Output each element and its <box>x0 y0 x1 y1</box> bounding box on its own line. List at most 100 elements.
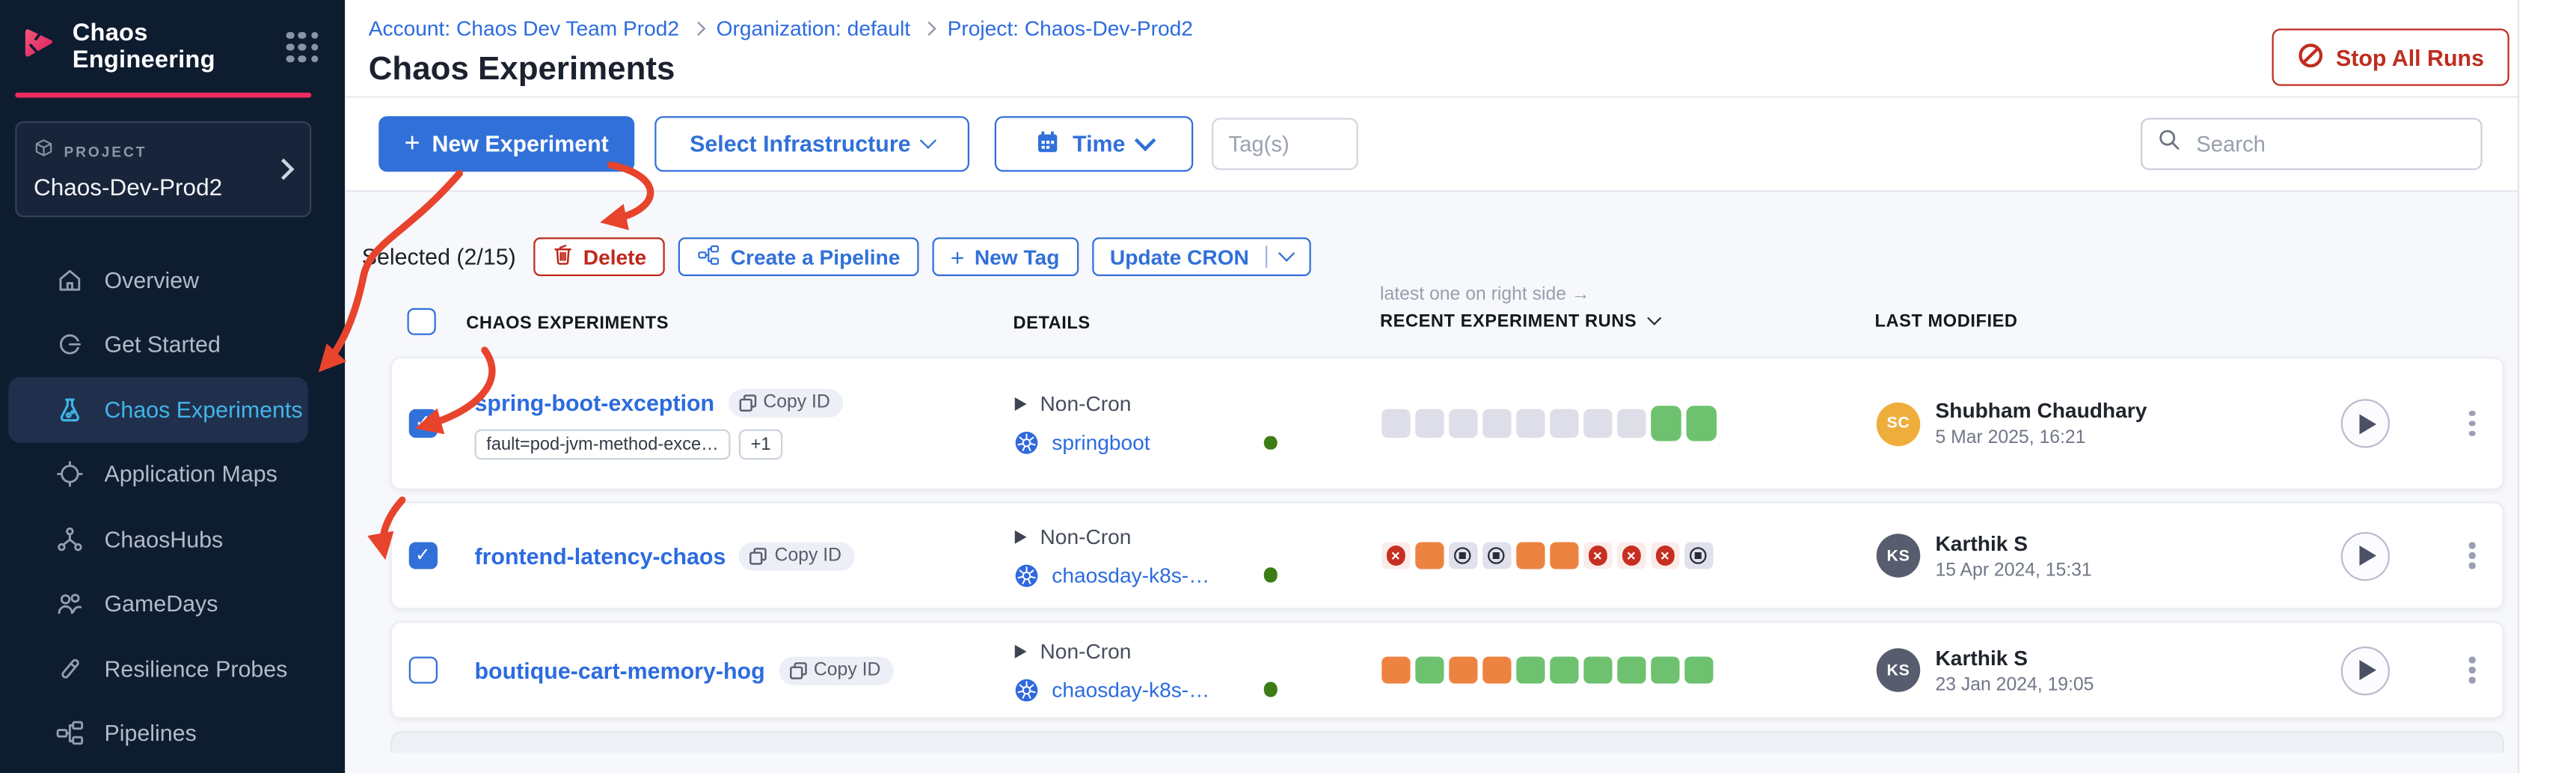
run-experiment-button[interactable] <box>2341 646 2390 694</box>
row-menu-button[interactable] <box>2462 404 2482 444</box>
tags-filter-input[interactable] <box>1212 118 1358 171</box>
select-infrastructure-dropdown[interactable]: Select Infrastructure <box>654 116 969 171</box>
sidebar-item-application-maps[interactable]: Application Maps <box>8 442 308 507</box>
row-checkbox[interactable] <box>409 656 437 684</box>
pipeline-icon <box>55 719 84 748</box>
run-status-failed[interactable]: × <box>1381 542 1409 569</box>
run-status-none[interactable] <box>1415 409 1443 437</box>
home-icon <box>55 266 84 294</box>
scroll-gutter[interactable] <box>2518 0 2576 773</box>
modified-date: 23 Jan 2024, 19:05 <box>1936 674 2094 694</box>
next-row-partial <box>390 731 2504 753</box>
sidebar-item-gamedays[interactable]: GameDays <box>8 572 308 637</box>
run-status-none[interactable] <box>1449 409 1476 437</box>
experiment-name-link[interactable]: boutique-cart-memory-hog <box>475 658 765 683</box>
expand-icon[interactable] <box>1015 397 1027 411</box>
infrastructure-link[interactable]: springboot <box>1052 431 1251 455</box>
copy-id-button[interactable]: Copy ID <box>739 541 855 569</box>
tag-chip[interactable]: +1 <box>739 429 782 459</box>
run-status-latest-pass[interactable] <box>1651 406 1680 442</box>
run-status-failed[interactable]: × <box>1651 542 1678 569</box>
run-experiment-button[interactable] <box>2341 399 2390 447</box>
infrastructure-link[interactable]: chaosday-k8s-… <box>1052 563 1251 587</box>
run-experiment-button[interactable] <box>2341 531 2390 580</box>
breadcrumb-link[interactable]: Organization: default <box>717 17 911 41</box>
sidebar-item-get-started[interactable]: Get Started <box>8 312 308 377</box>
update-cron-button[interactable]: Update CRON <box>1091 237 1311 276</box>
sidebar-item-overview[interactable]: Overview <box>8 248 308 313</box>
run-status-pass[interactable] <box>1583 656 1611 684</box>
avatar: KS <box>1877 648 1921 692</box>
run-status-none[interactable] <box>1516 409 1544 437</box>
delete-button[interactable]: Delete <box>533 237 665 276</box>
run-status-none[interactable] <box>1550 409 1577 437</box>
run-status-running[interactable] <box>1516 542 1544 569</box>
sidebar-nav: Overview Get Started Chaos Experiments A… <box>0 248 345 773</box>
run-status-none[interactable] <box>1583 409 1611 437</box>
run-status-pass[interactable] <box>1550 656 1577 684</box>
play-icon <box>2360 660 2377 680</box>
bulk-actions-bar: Selected (2/15) Delete <box>362 192 2576 277</box>
row-checkbox[interactable] <box>409 542 437 569</box>
infra-status-dot <box>1264 568 1277 582</box>
breadcrumb-separator-icon <box>690 22 705 36</box>
search-icon <box>2158 128 2182 160</box>
run-status-failed[interactable]: × <box>1617 542 1645 569</box>
cron-type: Non-Cron <box>1040 392 1132 416</box>
search-input[interactable] <box>2193 129 2466 158</box>
infrastructure-link[interactable]: chaosday-k8s-… <box>1052 678 1251 702</box>
run-status-running[interactable] <box>1381 656 1409 684</box>
run-status-stopped[interactable] <box>1449 542 1476 569</box>
project-name: Chaos-Dev-Prod2 <box>34 174 293 201</box>
run-status-running[interactable] <box>1482 656 1510 684</box>
copy-id-button[interactable]: Copy ID <box>779 656 895 684</box>
experiment-name-link[interactable]: spring-boot-exception <box>475 390 715 415</box>
create-pipeline-button[interactable]: Create a Pipeline <box>678 237 919 276</box>
run-status-none[interactable] <box>1482 409 1510 437</box>
sidebar-item-chaoshubs[interactable]: ChaosHubs <box>8 507 308 572</box>
page-title: Chaos Experiments <box>369 51 1193 90</box>
row-menu-button[interactable] <box>2462 536 2482 575</box>
new-experiment-button[interactable]: + New Experiment <box>378 116 634 171</box>
run-status-pass[interactable] <box>1684 656 1712 684</box>
breadcrumb-link[interactable]: Account: Chaos Dev Team Prod2 <box>369 17 679 41</box>
experiment-name-link[interactable]: frontend-latency-chaos <box>475 543 726 569</box>
module-grid-icon[interactable] <box>286 31 318 63</box>
run-status-failed[interactable]: × <box>1583 542 1611 569</box>
sidebar-item-pipelines[interactable]: Pipelines <box>8 701 308 766</box>
project-selector[interactable]: PROJECT Chaos-Dev-Prod2 <box>15 121 311 217</box>
row-checkbox[interactable] <box>409 409 437 437</box>
app-title: Chaos Engineering <box>73 20 272 74</box>
run-status-stopped[interactable] <box>1482 542 1510 569</box>
run-status-stopped[interactable] <box>1684 542 1712 569</box>
chevron-down-icon <box>1278 245 1295 261</box>
run-status-pass[interactable] <box>1651 656 1678 684</box>
cube-icon <box>34 136 54 167</box>
row-menu-button[interactable] <box>2462 650 2482 690</box>
expand-icon[interactable] <box>1015 530 1027 543</box>
expand-icon[interactable] <box>1015 644 1027 658</box>
run-status-running[interactable] <box>1550 542 1577 569</box>
run-status-pass[interactable] <box>1617 656 1645 684</box>
sidebar-item-chaos-experiments[interactable]: Chaos Experiments <box>8 377 308 442</box>
play-icon <box>2360 546 2377 566</box>
sidebar-item-chaos-dashboards[interactable]: Chaos Dashboards <box>8 766 308 773</box>
breadcrumb-link[interactable]: Project: Chaos-Dev-Prod2 <box>948 17 1193 41</box>
select-all-checkbox[interactable] <box>408 308 435 335</box>
time-filter-dropdown[interactable]: Time <box>995 116 1194 171</box>
run-status-running[interactable] <box>1449 656 1476 684</box>
run-status-pass[interactable] <box>1516 656 1544 684</box>
run-status-running[interactable] <box>1415 542 1443 569</box>
trash-icon <box>551 242 573 271</box>
new-tag-button[interactable]: + New Tag <box>932 237 1078 276</box>
sidebar-item-resilience-probes[interactable]: Resilience Probes <box>8 637 308 702</box>
run-status-none[interactable] <box>1617 409 1645 437</box>
stop-all-runs-button[interactable]: Stop All Runs <box>2272 28 2509 86</box>
copy-id-button[interactable]: Copy ID <box>728 388 844 417</box>
run-status-pass[interactable] <box>1415 656 1443 684</box>
run-status-none[interactable] <box>1381 409 1409 437</box>
chevron-down-icon[interactable] <box>1646 311 1660 326</box>
tag-chip[interactable]: fault=pod-jvm-method-exce… <box>475 429 731 459</box>
cron-type: Non-Cron <box>1040 639 1132 663</box>
run-status-latest-pass[interactable] <box>1687 406 1716 442</box>
